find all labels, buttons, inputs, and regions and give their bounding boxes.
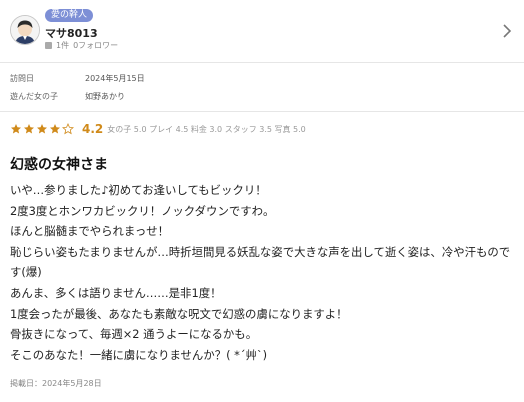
review-line: 1度会ったが最後、あなたも素敵な呪文で幻惑の虜になりますよ！ — [10, 306, 348, 321]
avatar[interactable] — [10, 15, 40, 45]
chevron-right-icon[interactable] — [500, 22, 514, 40]
star-filled-icon — [11, 124, 21, 134]
divider — [0, 111, 524, 112]
review-line: ほんと脳髄までやられまっせ！ — [10, 224, 170, 239]
review-line: そこのあなた！一緒に虜になりませんか？( *´艸`) — [10, 347, 268, 362]
star-filled-icon — [37, 124, 47, 134]
review-count: 1件 — [56, 41, 70, 50]
review-line: 恥じらい姿もたまりませんが…時折垣間見る妖乱な姿で大きな声を出して逝く姿は、冷や… — [10, 244, 511, 280]
review-line: 2度3度とホンワカビックリ！ノックダウンですわ。 — [10, 203, 275, 218]
review-count-icon — [45, 42, 52, 49]
user-header[interactable]: 愛の幹人 マサ8013 1件 0フォロワー — [0, 0, 524, 60]
rating-score: 4.2 — [82, 122, 104, 136]
follower-count: 0フォロワー — [73, 41, 119, 50]
star-filled-icon — [24, 124, 34, 134]
review-line: あんま、多くは語りません……是非1度！ — [10, 285, 222, 300]
review-line: 骨抜きになって、毎週×2 通うよーになるかも。 — [10, 327, 258, 342]
review-title: 幻惑の女神さま — [10, 157, 108, 173]
username[interactable]: マサ8013 — [45, 25, 98, 41]
girl-label: 遊んだ女の子 — [10, 92, 58, 101]
star-filled-icon — [50, 124, 60, 134]
star-empty-icon — [62, 123, 74, 135]
divider — [0, 62, 524, 63]
rating-subscores: 女の子 5.0 プレイ 4.5 料金 3.0 スタッフ 3.5 写真 5.0 — [107, 124, 306, 134]
review-body: いや…参りました♪初めてお逢いしてもビックリ！ 2度3度とホンワカビックリ！ノッ… — [10, 180, 515, 365]
user-stats: 1件 0フォロワー — [45, 40, 118, 51]
review-line: いや…参りました♪初めてお逢いしてもビックリ！ — [10, 183, 267, 197]
rating-row: 4.2 女の子 5.0 プレイ 4.5 料金 3.0 スタッフ 3.5 写真 5… — [10, 121, 306, 137]
girl-value[interactable]: 如野あかり — [85, 91, 125, 102]
user-avatar-icon — [11, 16, 39, 44]
visit-date-label: 訪問日 — [10, 74, 34, 83]
visit-date-value: 2024年5月15日 — [85, 74, 145, 83]
posted-date: 掲載日：2024年5月28日 — [10, 379, 102, 388]
star-rating — [10, 123, 74, 135]
user-rank-badge: 愛の幹人 — [45, 9, 94, 22]
